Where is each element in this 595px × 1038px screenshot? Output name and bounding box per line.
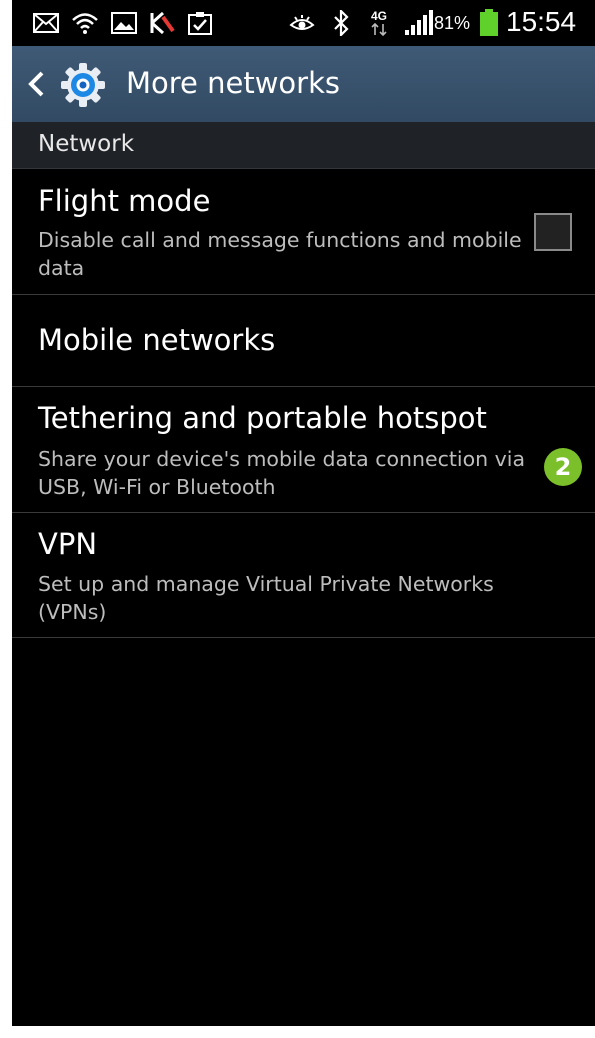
item-summary: Share your device's mobile data connecti… [38,447,526,499]
status-bar: 4G 81% 15:54 [12,0,595,46]
item-summary: Disable call and message functions and m… [38,228,522,280]
mail-icon [32,10,60,36]
chevron-left-icon[interactable] [26,70,46,98]
list-item-mobile-networks[interactable]: Mobile networks [12,295,595,387]
item-title: VPN [38,527,98,561]
section-header: Network [12,122,595,169]
wifi-calling-icon [70,10,100,36]
network-type-label: 4G [371,9,387,23]
status-clock: 15:54 [506,6,577,37]
action-bar: More networks [12,46,595,123]
item-summary: Set up and manage Virtual Private Networ… [38,572,494,624]
item-title: Flight mode [38,184,211,218]
bluetooth-icon [330,10,352,36]
list-item-flight-mode[interactable]: Flight mode Disable call and message fun… [12,169,595,295]
battery-icon [478,9,500,36]
list-item-tethering[interactable]: Tethering and portable hotspot Share you… [12,387,595,513]
signal-icon [404,10,434,36]
page-title: More networks [126,66,340,100]
kaspersky-icon [148,10,176,36]
list-item-vpn[interactable]: VPN Set up and manage Virtual Private Ne… [12,513,595,638]
image-icon [110,10,138,36]
network-4g-icon: 4G [366,9,392,37]
section-label: Network [38,131,135,157]
item-title: Tethering and portable hotspot [38,401,487,435]
flight-mode-checkbox[interactable] [534,213,572,251]
eye-icon [288,10,316,36]
annotation-badge: 2 [544,448,582,486]
battery-percent: 81% [434,13,471,33]
phone-screen: 4G 81% 15:54 More networks Network Fligh… [12,0,595,1026]
settings-gear-icon[interactable] [60,62,106,108]
clipboard-check-icon [186,10,214,36]
item-title: Mobile networks [38,323,276,357]
